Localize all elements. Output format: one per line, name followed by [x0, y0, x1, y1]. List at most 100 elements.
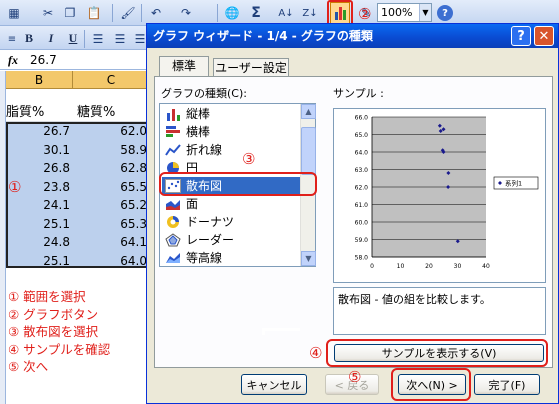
chart-type-label: 折れ線	[186, 143, 223, 157]
align-center-icon[interactable]: ☰	[110, 29, 130, 49]
cut-icon[interactable]: ✂	[38, 3, 58, 23]
y-tick-label: 58.0	[355, 255, 369, 262]
y-tick-label: 61.0	[355, 202, 369, 209]
cell-sugar[interactable]: 65.3	[73, 215, 150, 234]
paste-icon[interactable]: 📋	[84, 3, 104, 23]
cell-sugar[interactable]: 58.9	[73, 141, 150, 160]
cell-fat[interactable]: 24.8	[6, 233, 73, 252]
cell-fat[interactable]: 26.8	[6, 159, 73, 178]
cell-sugar[interactable]: 62.8	[73, 159, 150, 178]
zoom-select[interactable]: 100% ▼	[377, 3, 432, 22]
align-left-icon[interactable]: ☰	[88, 29, 108, 49]
legend-label: 系列1	[505, 179, 522, 188]
marker-4: ④	[309, 344, 323, 362]
chart-type-radar[interactable]: レーダー	[162, 231, 302, 249]
cancel-button[interactable]: キャンセル	[241, 374, 307, 395]
cell-fat[interactable]: 25.1	[6, 252, 73, 271]
cell-fat[interactable]: 30.1	[6, 141, 73, 160]
cell-sugar[interactable]: 65.5	[73, 178, 150, 197]
bar-chart-icon	[165, 125, 181, 139]
chart-type-label: 縦棒	[186, 107, 211, 121]
chevron-down-icon[interactable]: ▼	[419, 4, 431, 21]
redo-icon[interactable]: ↷	[176, 3, 196, 23]
underline-button[interactable]: U	[64, 29, 82, 47]
y-tick-label: 65.0	[355, 132, 369, 139]
line-chart-icon	[165, 143, 181, 157]
cell-sugar[interactable]: 62.0	[73, 122, 150, 141]
step-3: ③ 散布図を選択	[8, 324, 99, 339]
chart-type-doughnut[interactable]: ドーナツ	[162, 213, 302, 231]
help-button[interactable]: ?	[511, 26, 531, 46]
chart-type-surface[interactable]: 等高線	[162, 249, 302, 267]
surface-chart-icon	[165, 251, 181, 265]
column-header-c[interactable]: C	[73, 71, 150, 89]
fx-icon[interactable]: fx	[8, 53, 18, 68]
column-header-b[interactable]: B	[6, 71, 73, 89]
header-sugar[interactable]: 糖質%	[77, 103, 150, 122]
bold-button[interactable]: B	[20, 29, 38, 47]
format-painter-icon[interactable]: 🖌	[118, 3, 138, 23]
marker-1: ①	[8, 178, 22, 196]
grid-icon[interactable]: ▦	[4, 3, 24, 23]
radar-chart-icon	[165, 233, 181, 247]
undo-icon[interactable]: ↶	[146, 3, 166, 23]
blank-row	[6, 89, 150, 103]
tab-custom[interactable]: ユーザー設定	[213, 58, 289, 78]
tab-standard[interactable]: 標準	[159, 56, 209, 76]
y-tick-label: 63.0	[355, 167, 369, 174]
y-tick-label: 62.0	[355, 185, 369, 192]
table-row: 26.8 62.8	[6, 159, 150, 178]
x-tick-label: 0	[370, 263, 374, 270]
doughnut-chart-icon	[165, 215, 181, 229]
cell-fat[interactable]: 25.1	[6, 215, 73, 234]
cell-fat[interactable]: 26.7	[6, 122, 73, 141]
chart-type-label: グラフの種類(C):	[161, 87, 247, 100]
step-1: ① 範囲を選択	[8, 289, 86, 304]
sum-icon[interactable]: Σ	[246, 3, 266, 23]
table-row: 25.1 64.0	[6, 252, 150, 271]
copy-icon[interactable]: ❐	[60, 3, 80, 23]
zoom-value: 100%	[381, 6, 413, 19]
chart-type-line[interactable]: 折れ線	[162, 141, 302, 159]
marker-2: ②	[358, 5, 372, 23]
finish-button[interactable]: 完了(F)	[474, 374, 540, 395]
highlight-preview	[326, 339, 548, 367]
sample-preview: 66.0 65.0 64.0 63.0 62.0 61.0 60.0 59.0 58.0 0 10 2…	[333, 108, 546, 283]
help-icon[interactable]: ?	[437, 5, 453, 21]
dialog-title-bar[interactable]: グラフ ウィザード - 1/4 - グラフの種類	[147, 24, 558, 48]
sample-label: サンプル :	[333, 87, 384, 100]
cell-sugar[interactable]: 64.1	[73, 233, 150, 252]
sort-descending-icon[interactable]: Z↓	[300, 3, 320, 23]
table-row: 25.1 65.3	[6, 215, 150, 234]
scatter-chart: 66.0 65.0 64.0 63.0 62.0 61.0 60.0 59.0 58.00 10 2…	[355, 115, 539, 270]
highlight-scatter	[159, 172, 317, 196]
sort-ascending-icon[interactable]: A↓	[276, 3, 296, 23]
table-row: 30.1 58.9	[6, 141, 150, 160]
cell-sugar[interactable]: 64.0	[73, 252, 150, 271]
hyperlink-icon[interactable]: 🌐	[222, 3, 242, 23]
formula-input[interactable]: 26.7	[30, 53, 57, 67]
cell-sugar[interactable]: 65.2	[73, 196, 150, 215]
decorative-mark	[262, 328, 300, 335]
close-button[interactable]: ✕	[534, 26, 554, 46]
cell-fat[interactable]: 24.1	[6, 196, 73, 215]
scroll-thumb[interactable]	[301, 127, 316, 175]
chart-type-bar[interactable]: 横棒	[162, 123, 302, 141]
table-row: 26.7 62.0	[6, 122, 150, 141]
chart-type-column[interactable]: 縦棒	[162, 105, 302, 123]
chart-type-area[interactable]: 面	[162, 195, 302, 213]
header-row: 脂質% 糖質%	[6, 103, 150, 122]
table-row: 24.1 65.2	[6, 196, 150, 215]
font-size-icon[interactable]: ≡	[2, 29, 22, 49]
chart-type-label: 等高線	[186, 251, 223, 265]
step-5: ⑤ 次へ	[8, 359, 49, 374]
formula-bar: fx 26.7	[0, 50, 150, 70]
italic-button[interactable]: I	[42, 29, 60, 47]
formatting-toolbar: ≡ B I U ☰ ☰ ☰	[0, 26, 150, 50]
chart-wizard-dialog: グラフ ウィザード - 1/4 - グラフの種類 ? ✕ 標準 ユーザー設定 グ…	[146, 23, 559, 404]
scroll-up-icon[interactable]: ▲	[301, 104, 316, 119]
area-chart-icon	[165, 197, 181, 211]
scroll-down-icon[interactable]: ▼	[301, 251, 316, 266]
header-fat[interactable]: 脂質%	[6, 103, 73, 122]
step-4: ④ サンプルを確認	[8, 341, 111, 357]
